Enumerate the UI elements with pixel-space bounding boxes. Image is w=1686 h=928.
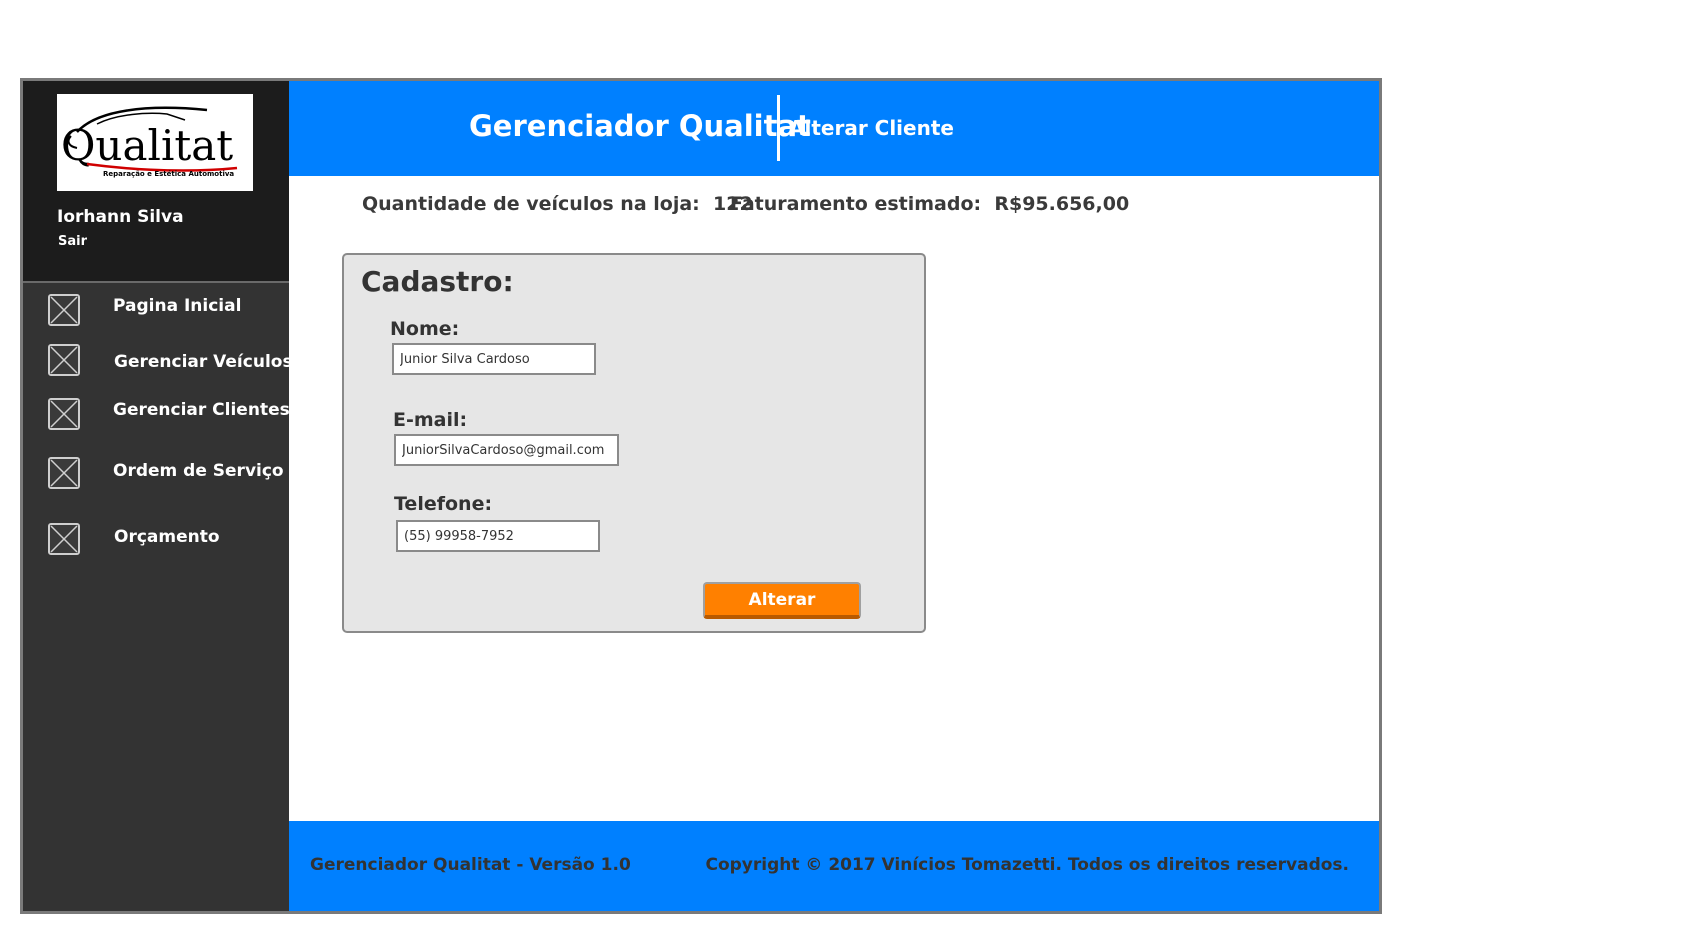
app-window: Qualitat Reparação e Estética Automotiva…: [20, 78, 1382, 914]
page-title: Alterar Cliente: [789, 116, 954, 140]
logout-link[interactable]: Sair: [58, 234, 87, 249]
revenue-value: R$95.656,00: [994, 193, 1130, 215]
svg-text:Qualitat: Qualitat: [61, 121, 233, 170]
phone-field[interactable]: [396, 520, 600, 552]
sidebar: Qualitat Reparação e Estética Automotiva…: [23, 81, 293, 911]
header-divider: [777, 95, 780, 161]
form-title: Cadastro:: [361, 265, 514, 298]
app-header: Gerenciador Qualitat Alterar Cliente: [289, 81, 1379, 176]
user-name: Iorhann Silva: [57, 207, 184, 227]
alterar-button[interactable]: Alterar: [703, 582, 861, 619]
sidebar-item-orcamento[interactable]: Orçamento: [23, 517, 289, 557]
vehicles-count: Quantidade de veículos na loja: 122: [362, 193, 753, 215]
sidebar-item-ordem-de-servico[interactable]: Ordem de Serviço: [23, 451, 289, 491]
svg-text:Reparação e Estética Automotiv: Reparação e Estética Automotiva: [103, 170, 234, 178]
client-form-panel: Cadastro: Nome: E-mail: Telefone: Altera…: [342, 253, 926, 633]
sidebar-item-label: Gerenciar Veículos: [114, 352, 293, 372]
email-label: E-mail:: [393, 409, 468, 431]
app-title: Gerenciador Qualitat: [469, 109, 811, 143]
email-field[interactable]: [394, 434, 619, 466]
phone-label: Telefone:: [394, 493, 493, 515]
sidebar-item-label: Gerenciar Clientes: [113, 400, 290, 420]
footer-version: Gerenciador Qualitat - Versão 1.0: [310, 855, 631, 875]
name-field[interactable]: [392, 343, 596, 375]
name-label: Nome:: [390, 318, 460, 340]
sidebar-item-label: Ordem de Serviço: [113, 461, 284, 481]
estimated-revenue: Faturamento estimado: R$95.656,00: [730, 193, 1129, 215]
image-placeholder-icon: [48, 344, 80, 376]
sidebar-item-pagina-inicial[interactable]: Pagina Inicial: [23, 288, 289, 328]
vehicles-count-label: Quantidade de veículos na loja:: [362, 193, 700, 215]
sidebar-item-gerenciar-clientes[interactable]: Gerenciar Clientes: [23, 392, 290, 432]
app-footer: Gerenciador Qualitat - Versão 1.0 Copyri…: [289, 821, 1379, 911]
sidebar-item-gerenciar-veiculos[interactable]: Gerenciar Veículos: [23, 338, 293, 378]
footer-copyright: Copyright © 2017 Vinícios Tomazetti. Tod…: [705, 855, 1349, 875]
image-placeholder-icon: [48, 398, 80, 430]
image-placeholder-icon: [48, 523, 80, 555]
sidebar-item-label: Orçamento: [114, 527, 220, 547]
sidebar-item-label: Pagina Inicial: [113, 296, 242, 316]
image-placeholder-icon: [48, 294, 80, 326]
revenue-label: Faturamento estimado:: [730, 193, 982, 215]
image-placeholder-icon: [48, 457, 80, 489]
profile-panel: Qualitat Reparação e Estética Automotiva…: [23, 81, 289, 283]
qualitat-logo: Qualitat Reparação e Estética Automotiva: [57, 94, 253, 191]
